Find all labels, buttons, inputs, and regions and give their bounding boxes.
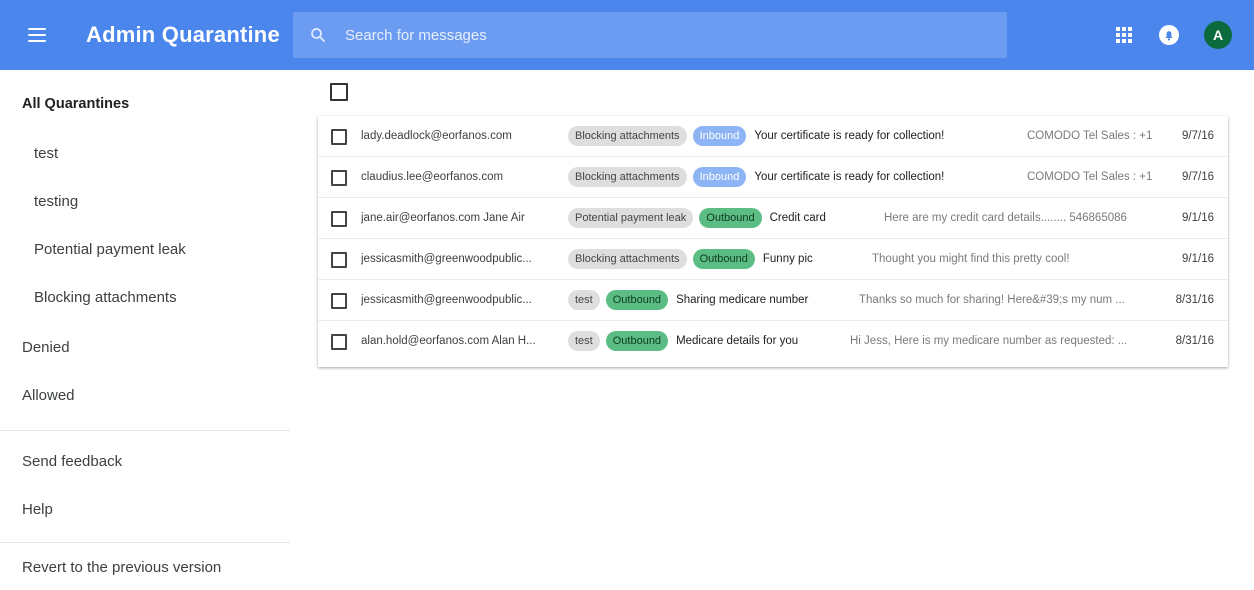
quarantine-chip: Blocking attachments [568, 249, 687, 269]
message-snippet: COMODO Tel Sales : +1 [1027, 130, 1153, 142]
message-row[interactable]: alan.hold@eorfanos.com Alan H... test Ou… [318, 321, 1228, 362]
message-tags: Potential payment leak Outbound Credit c… [568, 208, 826, 228]
message-row[interactable]: lady.deadlock@eorfanos.com Blocking atta… [318, 116, 1228, 157]
message-list: lady.deadlock@eorfanos.com Blocking atta… [318, 116, 1228, 367]
app-header: Admin Quarantine A [0, 0, 1254, 70]
message-sender: claudius.lee@eorfanos.com [361, 171, 504, 183]
sidebar-item-blocking-attachments[interactable]: Blocking attachments [0, 276, 324, 320]
sidebar-item-test[interactable]: test [0, 132, 324, 176]
message-sender: jessicasmith@greenwoodpublic... [361, 253, 532, 265]
quarantine-chip: test [568, 290, 600, 310]
quarantine-chip: test [568, 331, 600, 351]
row-checkbox[interactable] [331, 252, 347, 268]
search-icon [311, 28, 325, 42]
direction-chip: Outbound [692, 249, 755, 269]
sidebar-item-potential-payment-leak[interactable]: Potential payment leak [0, 228, 324, 272]
row-checkbox[interactable] [331, 129, 347, 145]
sidebar-item-allowed[interactable]: Allowed [0, 374, 312, 418]
message-subject: Your certificate is ready for collection… [754, 130, 945, 142]
sidebar-item-revert-version[interactable]: Revert to the previous version [0, 546, 312, 590]
message-tags: Blocking attachments Inbound Your certif… [568, 167, 944, 187]
message-subject: Your certificate is ready for collection… [754, 171, 945, 183]
message-row[interactable]: jane.air@eorfanos.com Jane Air Potential… [318, 198, 1228, 239]
message-date: 9/1/16 [1182, 253, 1214, 265]
sidebar: All Quarantines test testing Potential p… [0, 70, 300, 578]
apps-grid-icon[interactable] [1112, 23, 1136, 47]
sidebar-item-testing[interactable]: testing [0, 180, 324, 224]
avatar[interactable]: A [1204, 21, 1232, 49]
message-date: 9/7/16 [1182, 171, 1214, 183]
direction-chip: Outbound [699, 208, 762, 228]
direction-chip: Inbound [692, 167, 747, 187]
message-date: 9/1/16 [1182, 212, 1214, 224]
message-sender: jessicasmith@greenwoodpublic... [361, 294, 532, 306]
quarantine-chip: Blocking attachments [568, 167, 687, 187]
message-date: 8/31/16 [1175, 294, 1214, 306]
search-bar[interactable] [293, 12, 1007, 58]
message-snippet: Thanks so much for sharing! Here&#39;s m… [859, 294, 1125, 306]
search-input[interactable] [343, 19, 1007, 51]
sidebar-item-send-feedback[interactable]: Send feedback [0, 440, 312, 484]
row-checkbox[interactable] [331, 334, 347, 350]
sidebar-item-denied[interactable]: Denied [0, 326, 312, 370]
message-tags: Blocking attachments Outbound Funny pic [568, 249, 813, 269]
message-snippet: Here are my credit card details........ … [884, 212, 1127, 224]
message-sender: jane.air@eorfanos.com Jane Air [361, 212, 525, 224]
message-subject: Sharing medicare number [676, 294, 809, 306]
message-row[interactable]: jessicasmith@greenwoodpublic... Blocking… [318, 239, 1228, 280]
message-snippet: COMODO Tel Sales : +1 [1027, 171, 1153, 183]
sidebar-divider [0, 430, 290, 431]
message-subject: Funny pic [762, 253, 813, 265]
message-sender: lady.deadlock@eorfanos.com [361, 130, 512, 142]
sidebar-divider [0, 542, 290, 543]
notifications-icon[interactable] [1157, 23, 1181, 47]
message-sender: alan.hold@eorfanos.com Alan H... [361, 335, 536, 347]
message-date: 8/31/16 [1175, 335, 1214, 347]
direction-chip: Inbound [692, 126, 747, 146]
row-checkbox[interactable] [331, 170, 347, 186]
message-subject: Medicare details for you [676, 335, 799, 347]
direction-chip: Outbound [605, 290, 669, 310]
row-checkbox[interactable] [331, 211, 347, 227]
message-tags: test Outbound Sharing medicare number [568, 290, 808, 310]
message-date: 9/7/16 [1182, 130, 1214, 142]
message-tags: Blocking attachments Inbound Your certif… [568, 126, 944, 146]
quarantine-chip: Potential payment leak [568, 208, 694, 228]
sidebar-item-all-quarantines[interactable]: All Quarantines [0, 82, 312, 126]
message-subject: Credit card [769, 212, 826, 224]
message-row[interactable]: claudius.lee@eorfanos.com Blocking attac… [318, 157, 1228, 198]
message-row[interactable]: jessicasmith@greenwoodpublic... test Out… [318, 280, 1228, 321]
select-all-checkbox[interactable] [330, 83, 348, 101]
sidebar-item-help[interactable]: Help [0, 488, 312, 532]
app-title: Admin Quarantine [86, 22, 280, 47]
message-tags: test Outbound Medicare details for you [568, 331, 798, 351]
direction-chip: Outbound [605, 331, 669, 351]
message-snippet: Hi Jess, Here is my medicare number as r… [850, 335, 1128, 347]
row-checkbox[interactable] [331, 293, 347, 309]
message-snippet: Thought you might find this pretty cool! [872, 253, 1070, 265]
menu-icon[interactable] [24, 22, 50, 48]
quarantine-chip: Blocking attachments [568, 126, 687, 146]
